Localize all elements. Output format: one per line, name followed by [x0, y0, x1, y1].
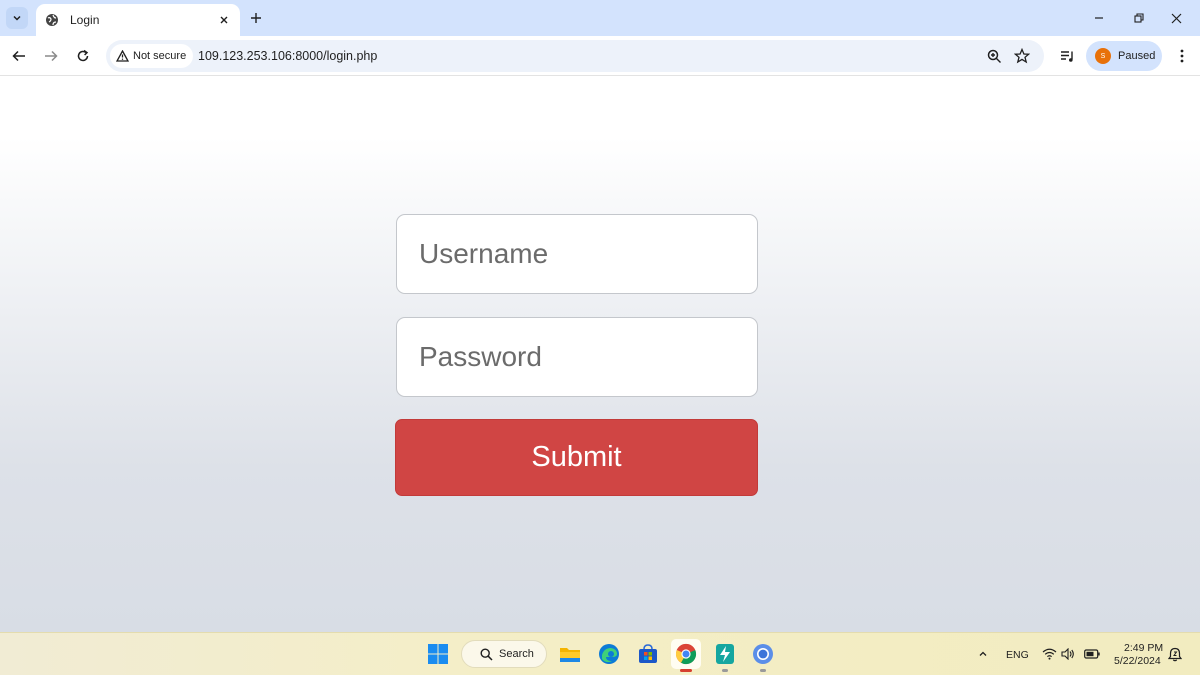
taskbar-chrome[interactable]: [671, 639, 701, 672]
clock-time[interactable]: 2:49 PM: [1124, 642, 1163, 654]
bookmark-button[interactable]: [1012, 46, 1032, 66]
login-page: Submit: [0, 77, 1200, 632]
edge-icon: [599, 644, 619, 664]
warning-icon: [116, 50, 129, 62]
url-text[interactable]: 109.123.253.106:8000/login.php: [198, 49, 377, 63]
volume-icon[interactable]: [1059, 645, 1077, 663]
zoom-button[interactable]: [984, 46, 1004, 66]
tab-search-button[interactable]: [6, 7, 28, 29]
running-indicator: [760, 669, 766, 672]
plus-icon: [251, 13, 261, 23]
restore-icon: [1134, 13, 1144, 23]
clock-date[interactable]: 5/22/2024: [1114, 655, 1161, 667]
kebab-menu-icon: [1180, 49, 1184, 63]
arrow-left-icon: [12, 50, 25, 62]
restore-button[interactable]: [1129, 8, 1149, 28]
language-indicator[interactable]: ENG: [1006, 649, 1029, 661]
submit-button[interactable]: Submit: [395, 419, 758, 496]
taskbar-power-automate[interactable]: [710, 639, 740, 672]
username-input[interactable]: [396, 214, 758, 294]
taskbar-file-explorer[interactable]: [555, 639, 585, 669]
tab-title: Login: [70, 13, 100, 27]
zoom-icon: [987, 49, 1001, 63]
minimize-button[interactable]: [1089, 8, 1109, 28]
globe-icon: [44, 12, 60, 28]
star-icon: [1014, 48, 1030, 64]
file-explorer-icon: [560, 648, 580, 662]
running-indicator: [680, 669, 692, 672]
start-icon: [428, 644, 448, 664]
close-window-button[interactable]: [1166, 8, 1186, 28]
chrome-alt-icon: [753, 644, 773, 664]
back-button[interactable]: [9, 46, 29, 66]
search-icon: [480, 647, 493, 661]
tab-strip: Login: [0, 0, 1200, 36]
chevron-up-icon: [979, 651, 987, 656]
profile-status: Paused: [1118, 50, 1156, 62]
wifi-icon[interactable]: [1040, 645, 1058, 663]
minimize-icon: [1095, 17, 1103, 19]
address-bar[interactable]: Not secure 109.123.253.106:8000/login.ph…: [106, 40, 1044, 72]
security-label: Not secure: [133, 50, 187, 62]
password-input[interactable]: [396, 317, 758, 397]
chevron-down-icon: [13, 15, 21, 21]
close-icon: [1171, 13, 1181, 23]
taskbar-edge[interactable]: [594, 639, 624, 669]
arrow-right-icon: [45, 50, 58, 62]
taskbar-search[interactable]: Search: [461, 640, 547, 668]
chrome-icon: [675, 643, 697, 665]
reload-button[interactable]: [73, 46, 93, 66]
new-tab-button[interactable]: [246, 8, 266, 28]
security-chip[interactable]: Not secure: [110, 44, 194, 68]
profile-button[interactable]: S Paused: [1086, 41, 1162, 71]
forward-button[interactable]: [41, 46, 61, 66]
close-icon[interactable]: [216, 12, 232, 28]
running-indicator: [722, 669, 728, 672]
search-label: Search: [499, 648, 534, 660]
taskbar-chrome-alt[interactable]: [748, 639, 778, 672]
notification-bell-icon: [1168, 647, 1182, 661]
start-button[interactable]: [423, 639, 453, 669]
avatar: S: [1095, 48, 1111, 64]
windows-taskbar: Search ENG 2:49 PM 5/22/2024: [0, 632, 1200, 675]
show-hidden-icons-button[interactable]: [974, 645, 992, 663]
reload-icon: [77, 49, 89, 62]
taskbar-microsoft-store[interactable]: [633, 639, 663, 669]
power-automate-icon: [716, 644, 734, 664]
media-controls-button[interactable]: [1057, 46, 1077, 66]
playlist-icon: [1060, 50, 1073, 62]
battery-icon[interactable]: [1083, 645, 1101, 663]
browser-toolbar: Not secure 109.123.253.106:8000/login.ph…: [0, 36, 1200, 76]
tab-login[interactable]: Login: [36, 4, 240, 36]
notifications-button[interactable]: [1166, 645, 1184, 663]
microsoft-store-icon: [639, 644, 657, 663]
menu-button[interactable]: [1172, 46, 1192, 66]
